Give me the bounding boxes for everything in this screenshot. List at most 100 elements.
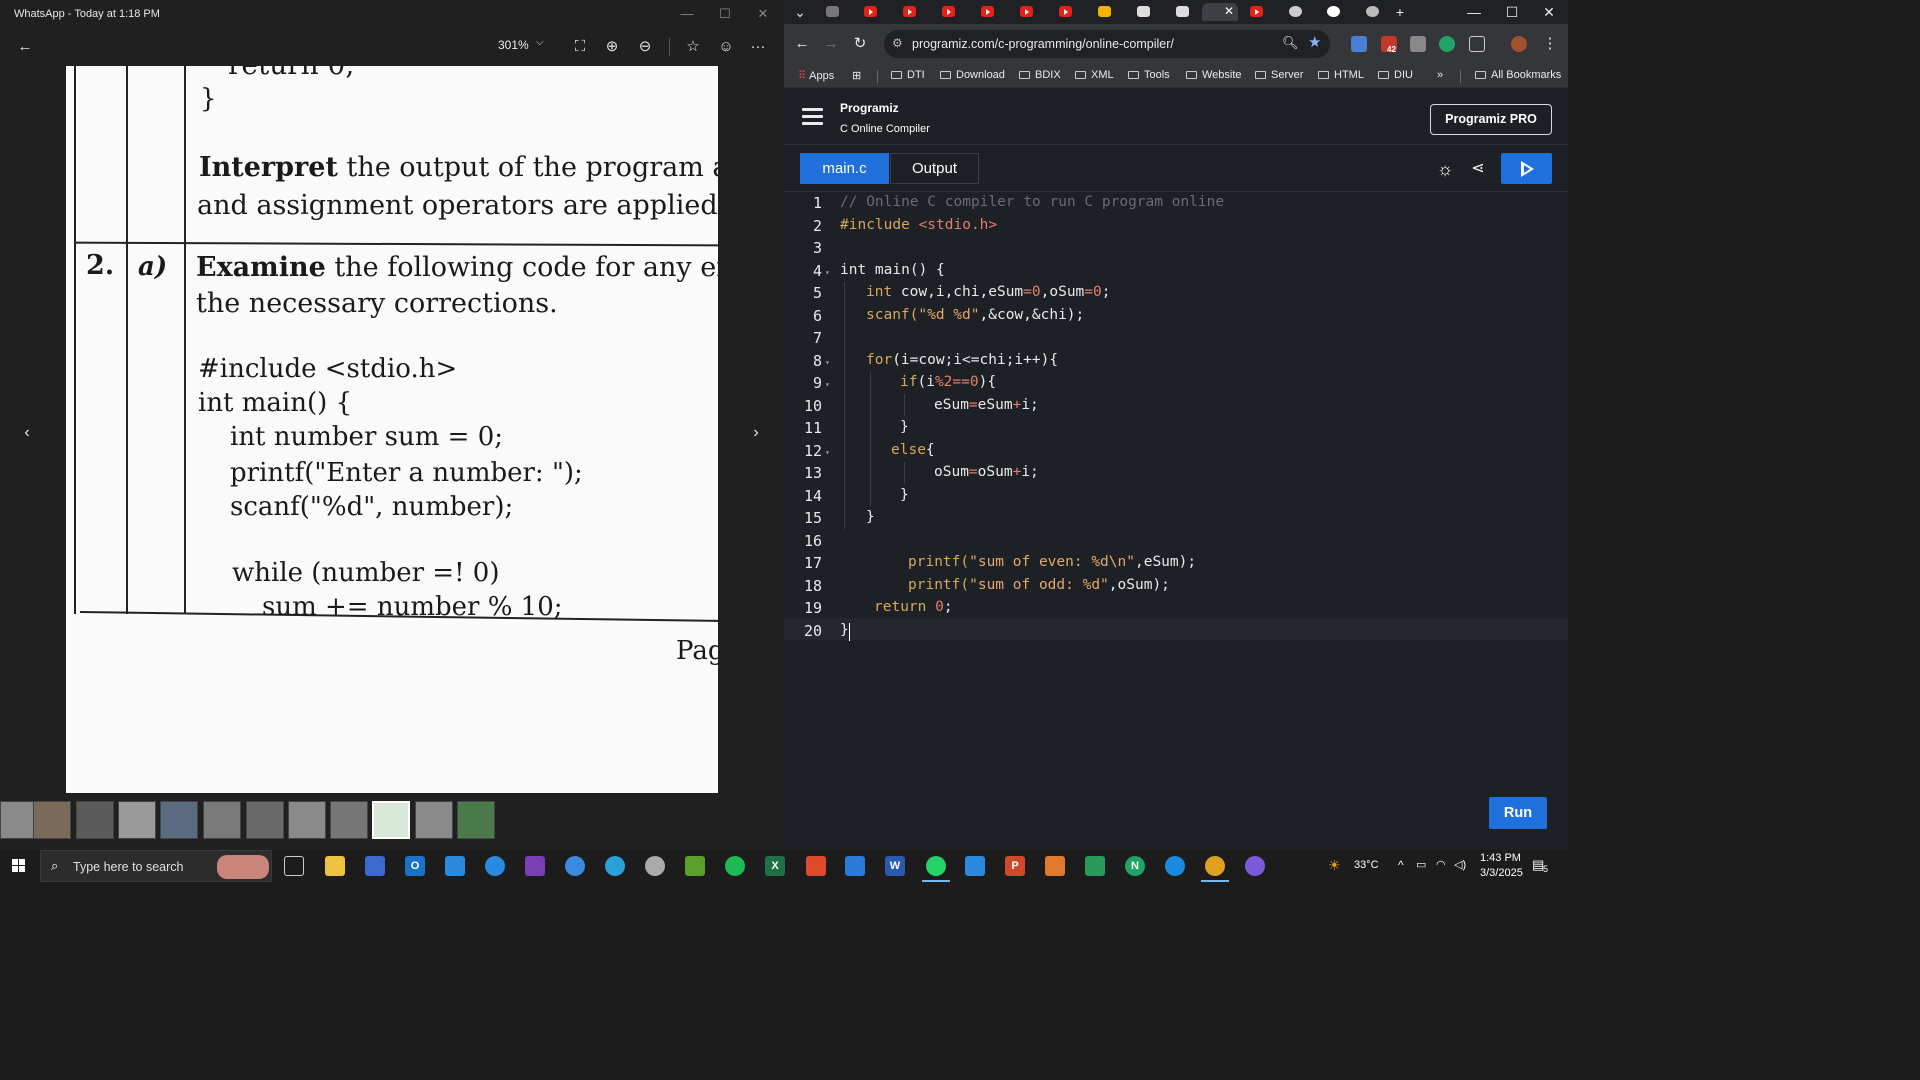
browser-tab[interactable] <box>1319 3 1355 21</box>
translate-extension-icon[interactable] <box>1351 36 1367 52</box>
bookmark-folder-diu[interactable]: DIU <box>1378 69 1413 81</box>
extension-badge-icon[interactable]: 42 <box>1381 36 1397 54</box>
bookmark-folder-website[interactable]: Website <box>1186 69 1242 81</box>
menu-hamburger-icon[interactable] <box>802 108 823 125</box>
programiz-pro-button[interactable]: Programiz PRO <box>1430 104 1552 135</box>
bookmark-folder-server[interactable]: Server <box>1255 69 1303 81</box>
word-icon[interactable]: W <box>885 856 905 876</box>
chevron-down-icon[interactable]: ⌵ <box>536 37 544 48</box>
maximize-button[interactable]: ☐ <box>708 4 742 24</box>
minimize-button[interactable]: — <box>670 4 704 24</box>
clock-date[interactable]: 3/3/2025 <box>1480 867 1523 879</box>
browser-tab[interactable] <box>1051 3 1087 21</box>
previous-image-icon[interactable]: ‹ <box>17 424 37 444</box>
app-icon[interactable] <box>1085 856 1105 876</box>
close-button[interactable]: ✕ <box>1539 2 1559 22</box>
share-icon[interactable]: ⋖ <box>1467 158 1489 180</box>
thumbnail[interactable] <box>330 801 368 839</box>
thumbnail[interactable] <box>246 801 284 839</box>
zoom-icon[interactable]: 🔍︎ <box>1282 35 1299 51</box>
bookmark-folder-bdix[interactable]: BDIX <box>1019 69 1061 81</box>
run-play-button[interactable] <box>1501 153 1552 184</box>
browser-tab[interactable] <box>895 3 931 21</box>
programiz-logo[interactable]: Programiz <box>840 101 899 115</box>
app-icon[interactable] <box>1045 856 1065 876</box>
camera-extension-icon[interactable] <box>1410 36 1426 52</box>
maximize-button[interactable]: ☐ <box>1502 2 1522 22</box>
bookmark-folder-html[interactable]: HTML <box>1318 69 1364 81</box>
weather-icon[interactable]: ☀ <box>1328 857 1341 874</box>
zoom-level[interactable]: 301% <box>498 38 529 52</box>
app-icon[interactable]: N <box>1125 856 1145 876</box>
fit-screen-icon[interactable]: ⛶ <box>568 36 592 58</box>
bookmark-folder-dti[interactable]: DTI <box>891 69 925 81</box>
teamviewer-icon[interactable] <box>485 856 505 876</box>
code-editor[interactable]: 1 2 3 4 5 6 7 8 9 10 11 12 13 14 15 16 1… <box>784 192 1568 850</box>
browser-tab[interactable] <box>1012 3 1048 21</box>
bookmark-folder-all[interactable]: All Bookmarks <box>1475 69 1561 81</box>
browser-tab[interactable] <box>1168 3 1204 21</box>
thumbnail[interactable] <box>288 801 326 839</box>
browser-tab[interactable] <box>818 3 854 21</box>
browser-tab[interactable] <box>856 3 892 21</box>
bookmark-folder-tools[interactable]: Tools <box>1128 69 1170 81</box>
app-icon[interactable] <box>565 856 585 876</box>
vscode-icon[interactable] <box>845 856 865 876</box>
thumbnail[interactable] <box>457 801 495 839</box>
thumbnail[interactable] <box>203 801 241 839</box>
site-info-icon[interactable]: ⚙ <box>892 36 903 50</box>
browser-tab[interactable] <box>1129 3 1165 21</box>
chevron-up-icon[interactable]: ^ <box>1398 858 1404 872</box>
bookmark-folder-download[interactable]: Download <box>940 69 1005 81</box>
react-emoji-icon[interactable]: ☺ <box>714 36 738 58</box>
fold-arrow-icon[interactable]: ▾ <box>825 268 830 277</box>
omnibox[interactable]: ⚙ programiz.com/c-programming/online-com… <box>884 30 1330 58</box>
anydesk-icon[interactable] <box>806 856 826 876</box>
more-options-icon[interactable]: ··· <box>746 36 770 58</box>
new-tab-icon[interactable]: + <box>1390 2 1410 22</box>
theme-toggle-sun-icon[interactable]: ☼ <box>1434 158 1456 180</box>
app-icon[interactable] <box>965 856 985 876</box>
powerpoint-icon[interactable]: P <box>1005 856 1025 876</box>
n-extension-icon[interactable] <box>1439 36 1455 52</box>
tab-output[interactable]: Output <box>890 153 979 184</box>
tab-search-icon[interactable]: ⌄ <box>790 2 810 22</box>
temperature[interactable]: 33°C <box>1354 859 1379 871</box>
url-text[interactable]: programiz.com/c-programming/online-compi… <box>912 37 1174 51</box>
thumbnail[interactable] <box>33 801 71 839</box>
forward-icon[interactable]: → <box>821 34 841 54</box>
windows-start-icon[interactable] <box>12 859 26 873</box>
wifi-icon[interactable]: ◠ <box>1436 858 1446 871</box>
minimize-button[interactable]: — <box>1464 2 1484 22</box>
browser-tab-active[interactable]: ✕ <box>1202 3 1238 21</box>
run-button[interactable]: Run <box>1489 797 1547 829</box>
browser-tab[interactable] <box>1242 3 1278 21</box>
grid-icon[interactable]: ⊞ <box>852 69 861 82</box>
zoom-in-icon[interactable]: ⊕ <box>600 36 624 58</box>
browser-tab[interactable] <box>934 3 970 21</box>
back-icon[interactable]: ← <box>792 34 812 54</box>
clock-time[interactable]: 1:43 PM <box>1480 852 1521 864</box>
store-icon[interactable] <box>365 856 385 876</box>
bookmark-folder-xml[interactable]: XML <box>1075 69 1114 81</box>
outlook-icon[interactable]: O <box>405 856 425 876</box>
task-view-icon[interactable] <box>284 856 304 876</box>
browser-tab[interactable] <box>1358 3 1394 21</box>
app-icon[interactable] <box>445 856 465 876</box>
thumbnail-active[interactable] <box>372 801 410 839</box>
fold-arrow-icon[interactable]: ▾ <box>825 358 830 367</box>
browser-tab[interactable] <box>1090 3 1126 21</box>
browser-tab[interactable] <box>973 3 1009 21</box>
close-tab-icon[interactable]: ✕ <box>1224 4 1234 18</box>
extensions-puzzle-icon[interactable] <box>1469 36 1485 52</box>
close-button[interactable]: ✕ <box>746 4 780 24</box>
telegram-icon[interactable] <box>605 856 625 876</box>
back-arrow-icon[interactable]: ← <box>13 36 37 58</box>
chrome-icon[interactable] <box>1201 856 1229 882</box>
volume-icon[interactable]: ◁) <box>1454 858 1466 871</box>
thumbnail[interactable] <box>415 801 453 839</box>
app-icon[interactable] <box>685 856 705 876</box>
taskbar-search-box[interactable]: ⌕ Type here to search <box>40 850 272 882</box>
bookmark-star-icon[interactable]: ★ <box>1308 33 1321 51</box>
excel-icon[interactable]: X <box>765 856 785 876</box>
